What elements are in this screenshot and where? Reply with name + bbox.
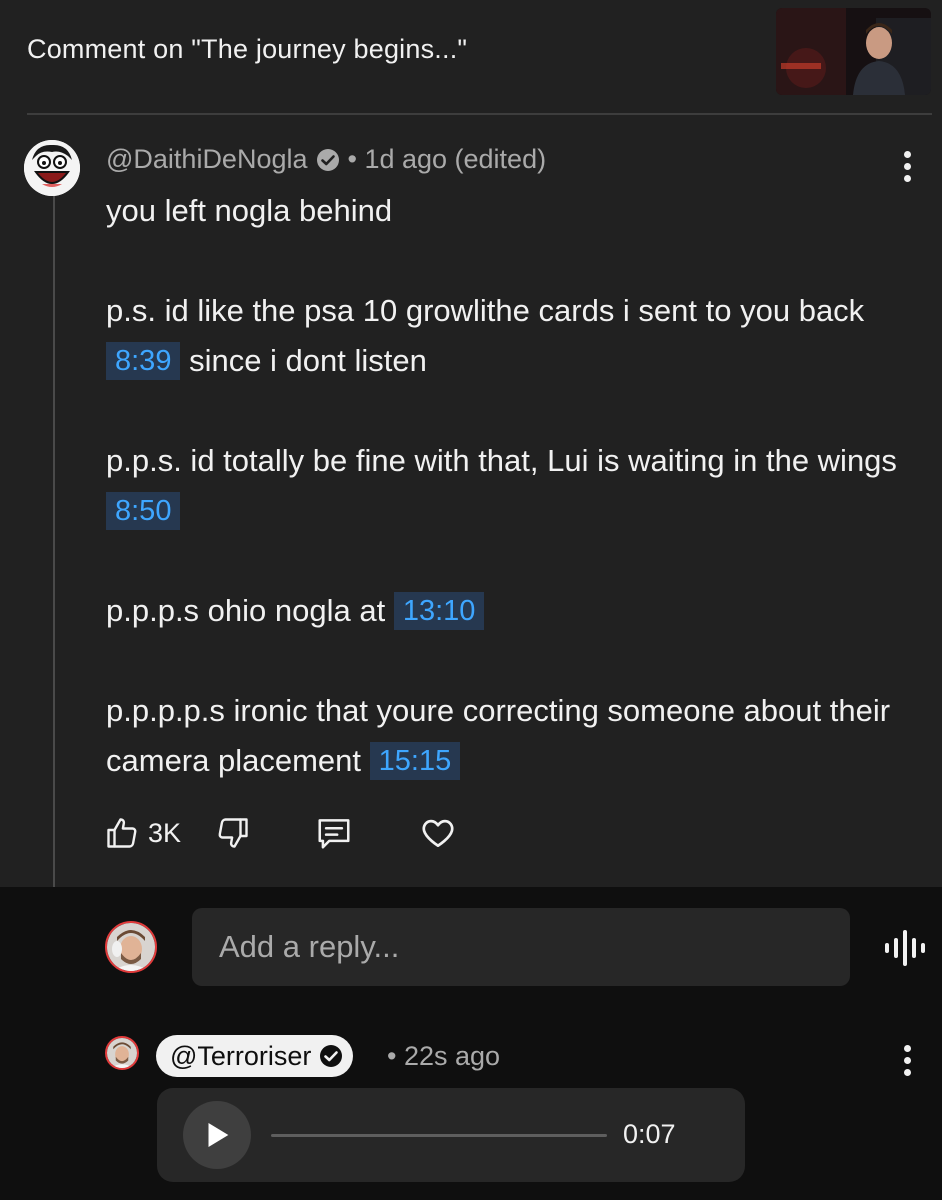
comment-icon <box>315 814 353 852</box>
reply-input[interactable]: Add a reply... <box>192 908 850 986</box>
verified-check-icon <box>316 148 340 172</box>
heart-icon <box>419 814 457 852</box>
header-divider <box>27 113 932 115</box>
play-icon <box>200 1118 234 1152</box>
reply-button[interactable] <box>315 814 353 852</box>
timestamp-link[interactable]: 8:50 <box>106 491 181 530</box>
comment-text: since i dont listen <box>180 343 427 378</box>
comment-paragraph: p.p.p.p.s ironic that youre correcting s… <box>106 686 906 786</box>
comment-paragraph: you left nogla behind <box>106 186 906 236</box>
author-avatar[interactable] <box>24 140 80 196</box>
play-button[interactable] <box>183 1101 251 1169</box>
comment-text: p.p.p.s ohio nogla at <box>106 593 394 628</box>
comment-text: you left nogla behind <box>106 193 393 228</box>
verified-check-icon <box>319 1044 343 1068</box>
audio-duration: 0:07 <box>623 1119 676 1149</box>
timestamp-link[interactable]: 8:39 <box>106 341 181 380</box>
video-thumbnail[interactable] <box>776 8 931 95</box>
comment-meta: @DaithiDeNogla • 1d ago (edited) <box>106 144 546 175</box>
voice-input-icon[interactable] <box>880 925 926 971</box>
more-vert-icon[interactable] <box>895 146 919 186</box>
comment-body: you left nogla behind p.s. id like the ps… <box>106 186 906 836</box>
reply-author-name: @Terroriser <box>170 1040 312 1071</box>
comment-text: p.s. id like the psa 10 growlithe cards … <box>106 293 865 328</box>
like-button[interactable]: 3K <box>104 815 181 851</box>
thumb-down-icon <box>215 815 251 851</box>
page-title: Comment on "The journey begins..." <box>27 34 468 64</box>
comment-text: p.p.s. id totally be fine with that, Lui… <box>106 443 897 478</box>
timestamp-link[interactable]: 13:10 <box>393 591 485 630</box>
audio-player: 0:07 <box>157 1088 745 1182</box>
comment-time: • 1d ago (edited) <box>347 144 547 174</box>
reply-author-avatar[interactable] <box>105 1036 139 1070</box>
comment-paragraph: p.p.p.s ohio nogla at 13:10 <box>106 586 906 636</box>
heart-button[interactable] <box>419 814 457 852</box>
reply-time: • 22s ago <box>387 1041 501 1071</box>
thumb-up-icon <box>104 815 140 851</box>
dislike-button[interactable] <box>215 815 251 851</box>
timestamp-link[interactable]: 15:15 <box>369 741 461 780</box>
reply-author-handle[interactable]: @Terroriser <box>156 1035 354 1077</box>
comment-paragraph: p.p.s. id totally be fine with that, Lui… <box>106 436 906 536</box>
reply-placeholder: Add a reply... <box>219 929 400 964</box>
like-count: 3K <box>148 817 182 848</box>
current-user-avatar <box>105 921 157 973</box>
author-handle[interactable]: @DaithiDeNogla <box>106 144 308 175</box>
more-vert-icon[interactable] <box>895 1040 919 1080</box>
comment-text: p.p.p.p.s ironic that youre correcting s… <box>106 693 891 778</box>
audio-progress[interactable] <box>271 1134 607 1137</box>
comment-actions: 3K <box>104 814 457 852</box>
comment-paragraph: p.s. id like the psa 10 growlithe cards … <box>106 286 906 386</box>
